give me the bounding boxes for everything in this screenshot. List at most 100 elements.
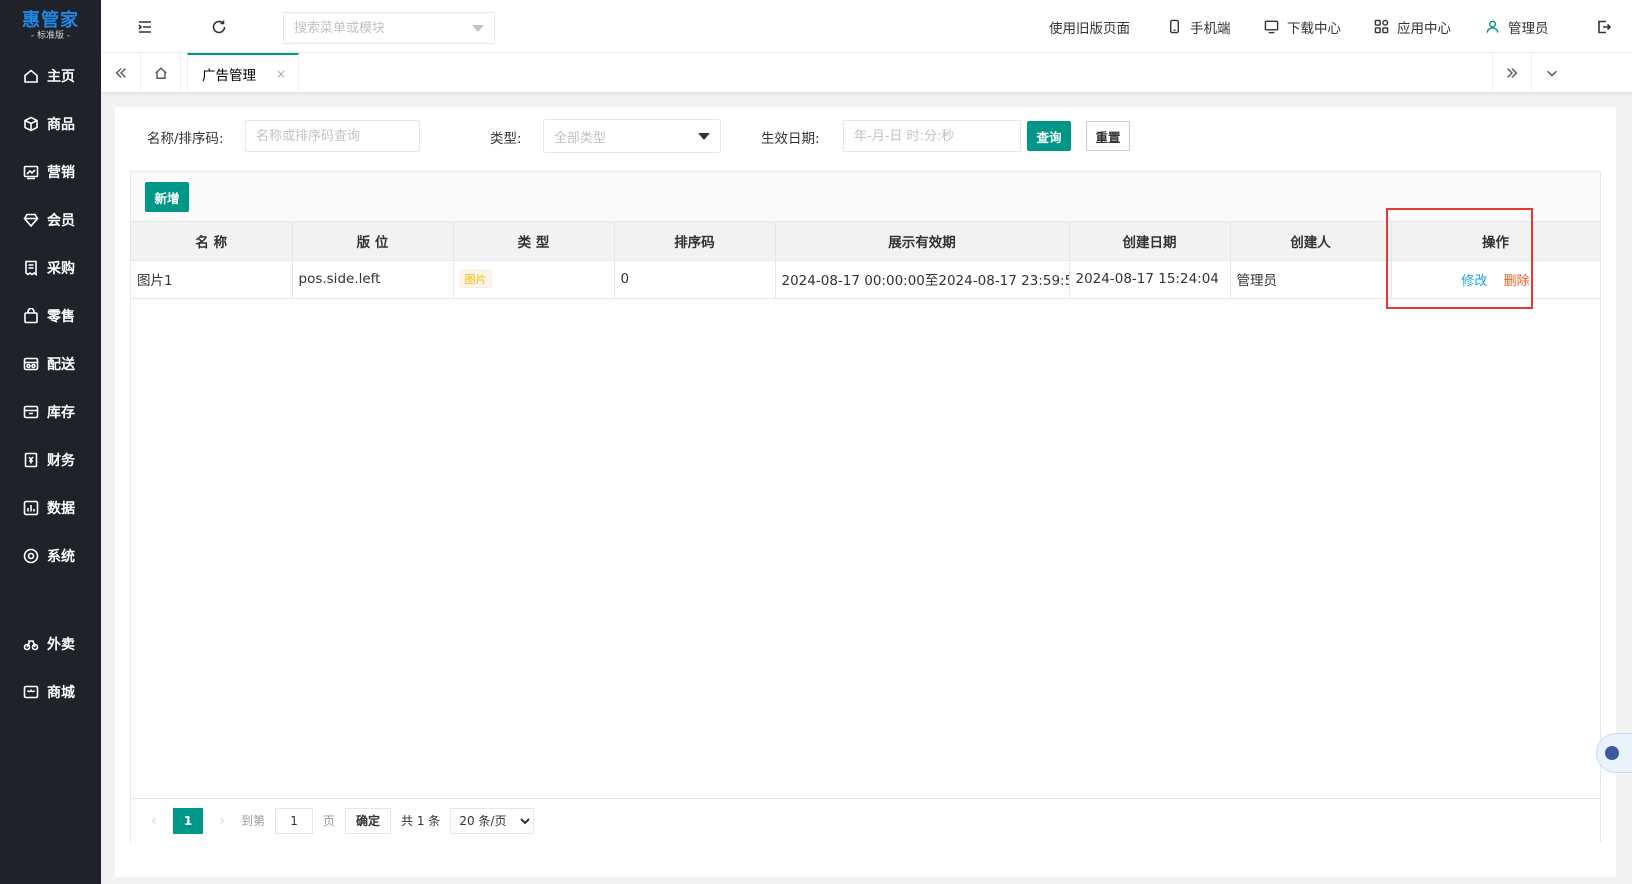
mobile-icon	[1170, 19, 1179, 34]
download-center-link[interactable]: 下载中心	[1264, 0, 1341, 53]
cell-position: pos.side.left	[292, 260, 454, 299]
double-chevron-left-icon	[115, 68, 126, 78]
sidebar-item-home[interactable]: 主页	[0, 52, 101, 100]
table-toolbar: 新增	[131, 172, 1600, 222]
tabs-menu-button[interactable]	[1532, 53, 1572, 93]
sidebar-item-member[interactable]: 会员	[0, 196, 101, 244]
current-page[interactable]: 1	[173, 807, 203, 834]
type-badge: 图片	[459, 270, 492, 288]
date-filter-label: 生效日期:	[761, 131, 820, 147]
sidebar-item-takeaway[interactable]: 外卖	[0, 620, 101, 668]
date-filter-input[interactable]	[843, 120, 1021, 152]
goto-label: 到第	[241, 814, 266, 828]
logout-icon[interactable]	[1595, 18, 1613, 36]
name-filter-input[interactable]	[245, 120, 420, 152]
column-header-created[interactable]: 创建日期	[1069, 222, 1231, 261]
delivery-icon	[23, 356, 39, 372]
goto-page-input[interactable]	[275, 807, 314, 834]
column-header-creator[interactable]: 创建人	[1230, 222, 1392, 261]
sidebar-item-delivery[interactable]: 配送	[0, 340, 101, 388]
filter-form: 名称/排序码: 类型: 全部类型 生效日期: 查询 重置	[115, 107, 1616, 171]
page-size-select[interactable]: 20 条/页	[450, 807, 535, 834]
user-name: 管理员	[1508, 20, 1549, 37]
user-icon	[1486, 20, 1499, 33]
pagination: ‹ 1 › 到第 页 确定 共 1 条 20 条/页	[131, 798, 1600, 842]
settings-icon	[23, 548, 39, 564]
sidebar-item-label: 库存	[47, 405, 75, 421]
prev-page-icon[interactable]: ‹	[145, 813, 163, 829]
sidebar-item-finance[interactable]: 财务	[0, 436, 101, 484]
sidebar-item-goods[interactable]: 商品	[0, 100, 101, 148]
close-icon[interactable]: ×	[276, 67, 286, 81]
home-icon	[154, 67, 167, 79]
table-row[interactable]: 图片1 pos.side.left 图片 0 2024-08-17 00:00:…	[131, 260, 1601, 299]
sidebar-item-label: 采购	[47, 261, 75, 277]
sidebar-item-label: 配送	[47, 357, 75, 373]
menu-search-select[interactable]	[283, 12, 495, 44]
logo: 惠管家 - 标准版 -	[0, 0, 101, 52]
sidebar-item-inventory[interactable]: 库存	[0, 388, 101, 436]
type-filter-value: 全部类型	[554, 130, 607, 146]
sidebar-item-marketing[interactable]: 营销	[0, 148, 101, 196]
type-filter-select[interactable]: 全部类型	[543, 119, 721, 153]
finance-icon	[23, 452, 39, 468]
refresh-icon[interactable]	[210, 18, 228, 36]
column-header-type[interactable]: 类 型	[453, 222, 615, 261]
sidebar-item-purchase[interactable]: 采购	[0, 244, 101, 292]
user-menu[interactable]: 管理员	[1485, 0, 1549, 53]
sidebar-item-system[interactable]: 系统	[0, 532, 101, 580]
column-header-sort[interactable]: 排序码	[614, 222, 776, 261]
next-page-icon[interactable]: ›	[213, 813, 231, 829]
sidebar-item-mall[interactable]: 商城	[0, 668, 101, 716]
sidebar-item-retail[interactable]: 零售	[0, 292, 101, 340]
add-button[interactable]: 新增	[145, 182, 189, 212]
menu-search-input[interactable]	[284, 13, 464, 43]
sidebar: 惠管家 - 标准版 - 主页 商品 营销 会员 采购 零售 配送 库存 财务 数…	[0, 0, 101, 884]
sidebar-item-label: 零售	[47, 309, 75, 325]
column-header-position[interactable]: 版 位	[292, 222, 454, 261]
mobile-link[interactable]: 手机端	[1167, 0, 1231, 53]
chevron-down-icon	[698, 133, 710, 140]
tabs-scroll-right-button[interactable]	[1492, 53, 1532, 93]
sidebar-item-data[interactable]: 数据	[0, 484, 101, 532]
brand-name: 惠管家	[22, 9, 79, 31]
home-tab[interactable]	[141, 53, 181, 93]
floating-assistant-button[interactable]	[1596, 733, 1632, 773]
delete-link[interactable]: 删除	[1504, 274, 1530, 289]
cell-name: 图片1	[131, 260, 293, 299]
page-unit-label: 页	[323, 814, 336, 828]
sidebar-item-label: 会员	[47, 213, 75, 229]
cell-period: 2024-08-17 00:00:00至2024-08-17 23:59:59	[775, 260, 1070, 299]
store-icon	[23, 684, 39, 700]
diamond-icon	[23, 212, 39, 228]
download-label: 下载中心	[1287, 20, 1341, 37]
tabs-scroll-left-button[interactable]	[101, 53, 141, 93]
assistant-icon	[1605, 746, 1619, 760]
menu-fold-icon[interactable]	[136, 18, 154, 36]
double-chevron-right-icon	[1507, 68, 1518, 78]
column-header-period[interactable]: 展示有效期	[775, 222, 1070, 261]
column-header-actions: 操作	[1391, 222, 1601, 261]
archive-icon	[23, 404, 39, 420]
edit-link[interactable]: 修改	[1461, 274, 1487, 289]
sidebar-item-label: 数据	[47, 501, 75, 517]
chevron-down-icon	[1547, 70, 1557, 77]
sidebar-item-label: 财务	[47, 453, 75, 469]
sidebar-nav: 主页 商品 营销 会员 采购 零售 配送 库存 财务 数据 系统 外卖 商城	[0, 52, 101, 716]
query-button[interactable]: 查询	[1027, 121, 1071, 151]
column-header-name[interactable]: 名 称	[131, 222, 293, 261]
type-filter-label: 类型:	[490, 131, 522, 147]
apps-label: 应用中心	[1397, 20, 1451, 37]
bag-icon	[23, 308, 39, 324]
sidebar-item-label: 系统	[47, 549, 75, 565]
bike-icon	[23, 636, 39, 652]
reset-button[interactable]: 重置	[1086, 121, 1130, 151]
old-version-link[interactable]: 使用旧版页面	[1049, 0, 1130, 53]
ad-table: 名 称 版 位 类 型 排序码 展示有效期 创建日期 创建人 操作 图片1 po…	[131, 222, 1601, 299]
name-filter-label: 名称/排序码:	[147, 131, 224, 147]
apps-grid-icon	[1374, 19, 1389, 34]
goto-confirm-button[interactable]: 确定	[345, 807, 392, 834]
tab-ad-management[interactable]: 广告管理 ×	[187, 53, 299, 93]
app-center-link[interactable]: 应用中心	[1374, 0, 1451, 53]
mobile-label: 手机端	[1190, 20, 1231, 37]
